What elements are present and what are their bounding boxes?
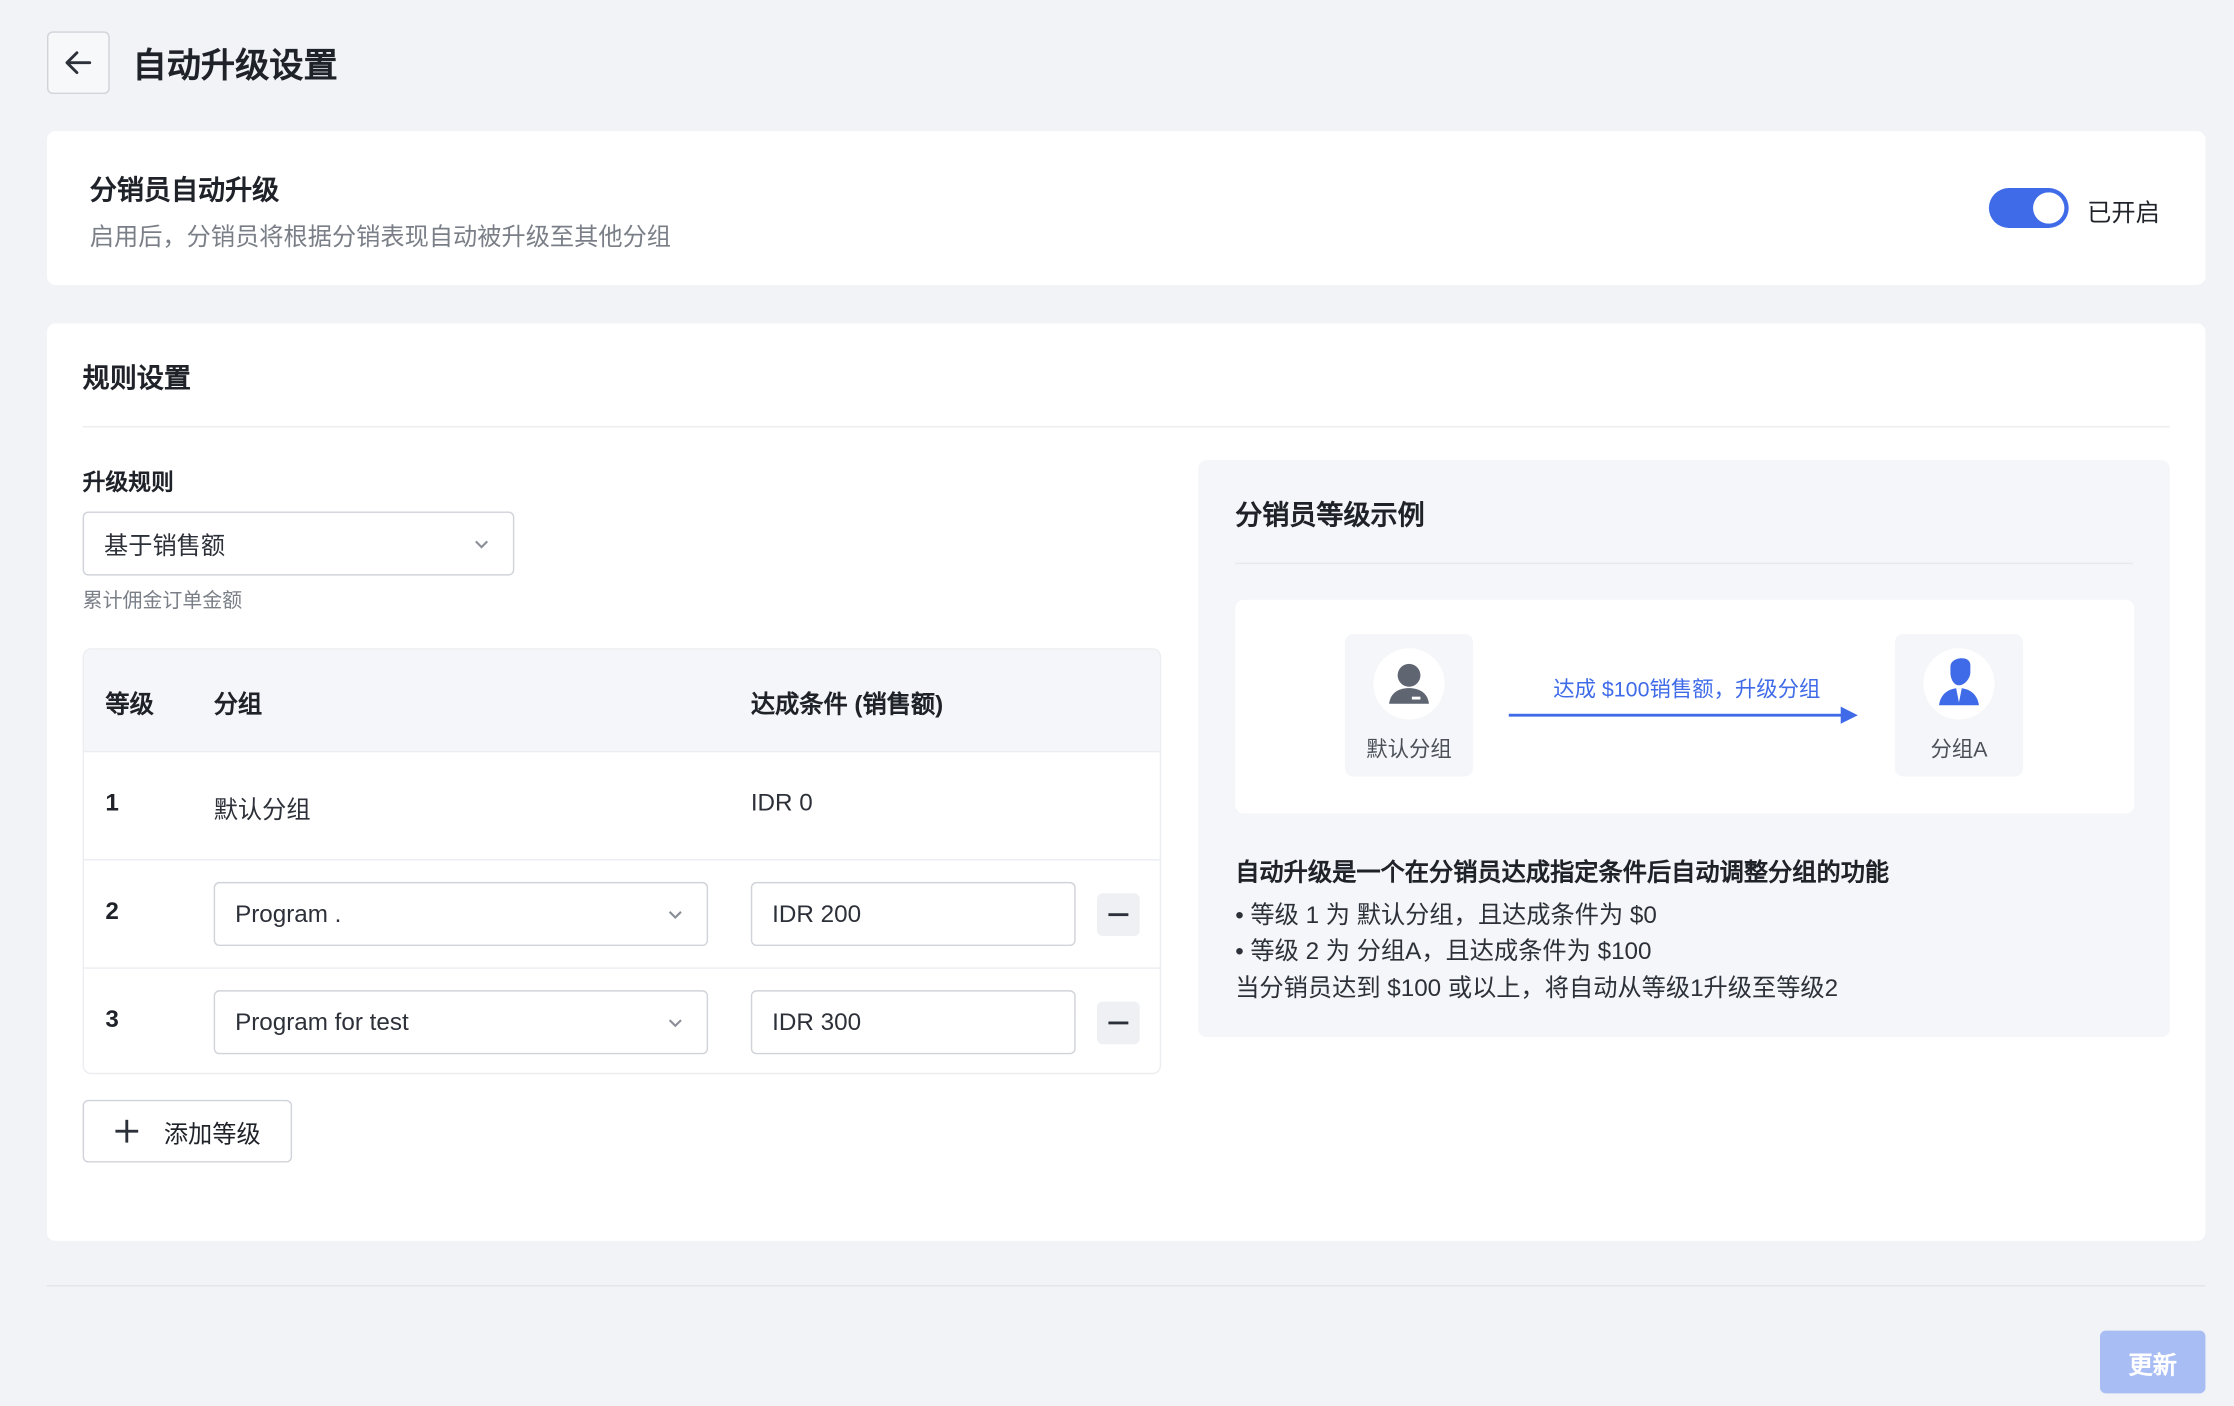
remove-level-button[interactable]: [1097, 1001, 1140, 1045]
upgrade-rule-value: 基于销售额: [104, 532, 226, 560]
auto-upgrade-description: 启用后，分销员将根据分销表现自动被升级至其他分组: [89, 223, 672, 251]
column-header-level: 等级: [105, 690, 154, 719]
page-title: 自动升级设置: [132, 47, 338, 86]
remove-level-button[interactable]: [1097, 893, 1140, 937]
minus-icon: [1108, 1021, 1129, 1025]
upgrade-rule-hint: 累计佣金订单金额: [82, 588, 243, 612]
from-group-name: 默认分组: [1366, 737, 1452, 763]
group-select-value: Program .: [235, 899, 342, 927]
levels-table: 等级 分组 达成条件 (销售额) 1 默认分组 IDR 0 2 Program …: [82, 648, 1162, 1075]
rules-title: 规则设置: [82, 364, 191, 395]
condition-input[interactable]: IDR 300: [750, 990, 1076, 1055]
level-example-panel: 分销员等级示例 默认分组 达成 $100销售额，升级分组 分组A 自动升级是一个…: [1198, 460, 2170, 1038]
divider: [1235, 562, 2133, 565]
back-button[interactable]: [47, 30, 110, 94]
page-header: 自动升级设置: [47, 30, 338, 94]
group-select[interactable]: Program .: [213, 881, 709, 947]
table-row: 2 Program . IDR 200: [84, 859, 1160, 967]
group-name: 默认分组: [213, 796, 311, 824]
column-header-condition: 达成条件 (销售额): [750, 690, 944, 719]
avatar: [1373, 648, 1445, 720]
user-icon: [1389, 663, 1429, 704]
group-a-card: 分组A: [1894, 633, 2024, 777]
example-title: 分销员等级示例: [1235, 501, 1425, 532]
upgrade-rule-select[interactable]: 基于销售额: [82, 511, 515, 576]
example-line: • 等级 2 为 分组A，且达成条件为 $100: [1235, 937, 1652, 965]
example-line: • 等级 1 为 默认分组，且达成条件为 $0: [1235, 901, 1657, 929]
group-select-value: Program for test: [235, 1007, 409, 1036]
arrow-head-icon: [1840, 706, 1858, 724]
level-number: 1: [105, 789, 119, 817]
toggle-knob: [2033, 192, 2065, 224]
chevron-down-icon: [475, 539, 489, 548]
group-select[interactable]: Program for test: [213, 990, 709, 1055]
add-level-label: 添加等级: [163, 1120, 261, 1148]
chevron-down-icon: [668, 1018, 682, 1027]
plus-icon: [115, 1119, 139, 1143]
to-group-name: 分组A: [1930, 737, 1988, 763]
update-button[interactable]: 更新: [2100, 1330, 2206, 1394]
divider: [82, 425, 2170, 428]
column-header-group: 分组: [213, 690, 263, 719]
table-row: 1 默认分组 IDR 0: [84, 750, 1160, 859]
minus-icon: [1108, 913, 1129, 917]
upgrade-rule-label: 升级规则: [82, 471, 174, 496]
arrow-left-icon: [65, 50, 92, 74]
level-number: 3: [105, 1005, 119, 1033]
page: 自动升级设置 分销员自动升级 启用后，分销员将根据分销表现自动被升级至其他分组 …: [0, 0, 2234, 1406]
example-description-title: 自动升级是一个在分销员达成指定条件后自动调整分组的功能: [1235, 859, 1890, 887]
add-level-button[interactable]: 添加等级: [82, 1099, 293, 1163]
rules-card: 规则设置 升级规则 基于销售额 累计佣金订单金额 等级 分组 达成条件 (销售额…: [47, 323, 2206, 1241]
chevron-down-icon: [668, 910, 682, 919]
arrow-line: [1508, 713, 1845, 717]
condition-value: IDR 0: [750, 789, 813, 817]
toggle-status-label: 已开启: [2087, 199, 2160, 227]
condition-input[interactable]: IDR 200: [750, 881, 1076, 947]
example-diagram: 默认分组 达成 $100销售额，升级分组 分组A: [1235, 599, 2135, 814]
table-header: 等级 分组 达成条件 (销售额): [84, 649, 1160, 751]
auto-upgrade-title: 分销员自动升级: [89, 176, 280, 207]
divider: [47, 1285, 2206, 1287]
user-icon: [1939, 658, 1979, 706]
example-line: 当分销员达到 $100 或以上，将自动从等级1升级至等级2: [1235, 974, 1839, 1002]
avatar: [1923, 648, 1995, 720]
auto-upgrade-card: 分销员自动升级 启用后，分销员将根据分销表现自动被升级至其他分组 已开启: [47, 131, 2206, 285]
level-number: 2: [105, 897, 119, 925]
default-group-card: 默认分组: [1344, 633, 1474, 777]
arrow-label: 达成 $100销售额，升级分组: [1553, 678, 1821, 703]
table-row: 3 Program for test IDR 300: [84, 967, 1160, 1072]
auto-upgrade-toggle[interactable]: [1988, 188, 2069, 228]
